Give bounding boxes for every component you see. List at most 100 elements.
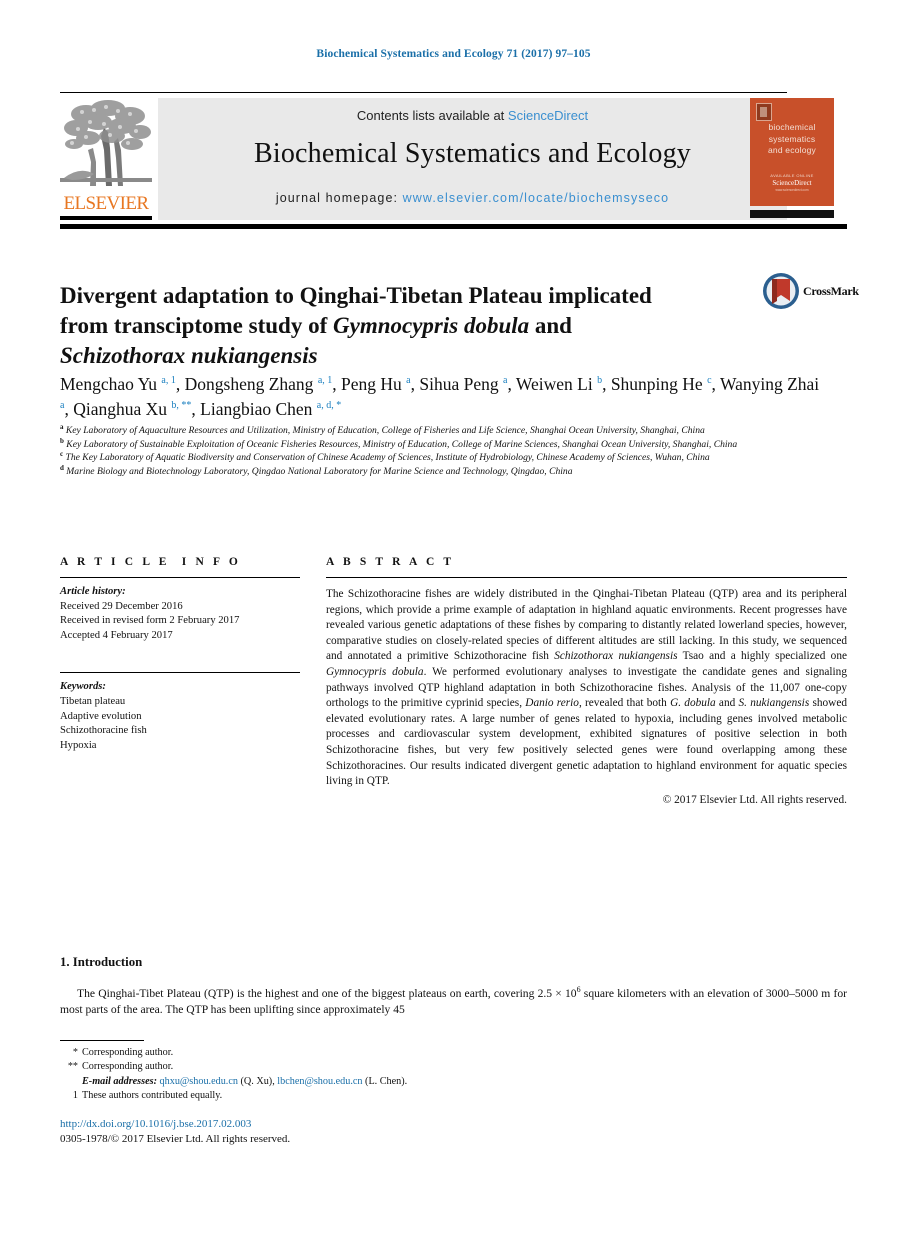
footnote-marker: 1 — [72, 1090, 78, 1102]
abstract-rule — [326, 577, 847, 578]
author-name: Liangbiao Chen — [200, 399, 317, 419]
keywords-rule — [60, 672, 300, 674]
email-link-xu[interactable]: qhxu@shou.edu.cn — [160, 1076, 238, 1087]
article-info-column: A R T I C L E I N F O Article history: R… — [60, 556, 300, 753]
author-name: Wanying Zhai — [719, 374, 820, 394]
author-affiliation-marker: a, d, * — [316, 400, 342, 412]
email-owner-chen: (L. Chen). — [362, 1075, 408, 1087]
author-affiliation-marker: b, ** — [171, 400, 192, 412]
introduction-paragraph: The Qinghai-Tibet Plateau (QTP) is the h… — [60, 986, 847, 1019]
contents-prefix: Contents lists available at — [356, 108, 508, 123]
footnote-rule — [60, 1040, 144, 1041]
history-item: Received 29 December 2016 — [60, 600, 183, 612]
cover-title: biochemical systematics and ecology — [750, 122, 834, 157]
sciencedirect-link[interactable]: ScienceDirect — [508, 108, 588, 123]
elsevier-logo: ELSEVIER — [60, 98, 152, 220]
email-owner-xu: (Q. Xu), — [237, 1075, 278, 1087]
homepage-url[interactable]: www.elsevier.com/locate/biochemsyseco — [403, 191, 670, 205]
abstract-text: The Schizothoracine fishes are widely di… — [326, 587, 847, 790]
keyword-item: Hypoxia — [60, 739, 97, 751]
abstract-species: G. dobula — [670, 697, 716, 710]
journal-masthead: ELSEVIER Contents lists available at Sci… — [60, 98, 787, 220]
contents-line: Contents lists available at ScienceDirec… — [158, 108, 787, 123]
journal-band: Contents lists available at ScienceDirec… — [158, 98, 787, 220]
keyword-item: Adaptive evolution — [60, 710, 142, 722]
keywords-label: Keywords: — [60, 681, 106, 693]
author-affiliation-marker: a, 1 — [317, 375, 333, 387]
homepage-label: journal homepage: — [275, 191, 403, 205]
cover-foot-available: AVAILABLE ONLINE — [770, 173, 814, 178]
author-name: Weiwen Li — [515, 374, 598, 394]
affiliation-item: d Marine Biology and Biotechnology Labor… — [60, 464, 830, 479]
affiliation-text: The Key Laboratory of Aquatic Biodiversi… — [63, 452, 710, 464]
author-separator: , — [602, 374, 611, 394]
abstract-species: Gymnocypris dobula — [326, 665, 424, 678]
abstract-heading: A B S T R A C T — [326, 556, 455, 568]
journal-cover-thumbnail: biochemical systematics and ecology AVAI… — [750, 98, 834, 206]
title-line-3-italic: Schizothorax nukiangensis — [60, 343, 318, 369]
masthead-thick-rule — [60, 224, 847, 229]
abstract-seg: showed elevated evolutionary rates. A la… — [326, 697, 847, 788]
email-link-chen[interactable]: lbchen@shou.edu.cn — [277, 1076, 362, 1087]
elsevier-tree-icon — [60, 98, 152, 190]
email-label: E-mail addresses: — [82, 1075, 157, 1087]
affiliation-item: b Key Laboratory of Sustainable Exploita… — [60, 437, 830, 452]
author-name: Mengchao Yu — [60, 374, 162, 394]
author-name: Dongsheng Zhang — [184, 374, 318, 394]
introduction-heading: 1. Introduction — [60, 955, 143, 969]
author-separator: , — [711, 374, 720, 394]
abstract-seg: , revealed that both — [578, 697, 671, 710]
title-line-2-plain: from transciptome study of — [60, 313, 333, 339]
author-name: Peng Hu — [341, 374, 407, 394]
issn-copyright-line: 0305-1978/© 2017 Elsevier Ltd. All right… — [60, 1133, 291, 1145]
title-line-2-tail: and — [529, 313, 572, 339]
keyword-item: Tibetan plateau — [60, 695, 126, 707]
article-info-heading: A R T I C L E I N F O — [60, 556, 242, 568]
footnote-corresponding-2: ** Corresponding author. — [60, 1060, 490, 1074]
affiliation-text: Key Laboratory of Aquaculture Resources … — [63, 425, 705, 436]
crossmark-icon — [762, 272, 800, 310]
elsevier-wordmark: ELSEVIER — [63, 193, 150, 214]
crossmark-badge[interactable]: CrossMark — [762, 272, 859, 318]
footnote-block: * Corresponding author. ** Corresponding a… — [60, 1046, 490, 1104]
abstract-column: A B S T R A C T The Schizothoracine fish… — [326, 556, 847, 808]
doi-link[interactable]: http://dx.doi.org/10.1016/j.bse.2017.02.… — [60, 1118, 251, 1130]
author-name: Sihua Peng — [419, 374, 503, 394]
abstract-seg: and — [715, 697, 739, 710]
abstract-species: S. nukiangensis — [738, 697, 810, 710]
affiliation-item: a Key Laboratory of Aquaculture Resource… — [60, 423, 830, 438]
affiliation-item: c The Key Laboratory of Aquatic Biodiver… — [60, 451, 830, 465]
author-separator: , — [191, 399, 201, 419]
footnote-equal-contribution: 1 These authors contributed equally. — [60, 1089, 490, 1103]
affiliation-text: Key Laboratory of Sustainable Exploitati… — [63, 438, 738, 450]
cover-foot-url: www.sciencedirect.com — [775, 188, 809, 192]
running-head: Biochemical Systematics and Ecology 71 (… — [316, 48, 591, 60]
title-line-1: Divergent adaptation to Qinghai-Tibetan … — [60, 283, 652, 309]
crossmark-label: CrossMark — [803, 284, 859, 298]
author-separator: , — [507, 374, 516, 394]
cover-title-line2: systematics — [768, 133, 816, 144]
keywords-block: Keywords: Tibetan plateau Adaptive evolu… — [60, 680, 300, 753]
footnote-text: These authors contributed equally. — [82, 1090, 223, 1102]
journal-homepage-line: journal homepage: www.elsevier.com/locat… — [158, 191, 787, 205]
abstract-species: Danio rerio — [525, 697, 579, 710]
footnote-marker: ** — [67, 1061, 78, 1073]
author-name: Qianghua Xu — [73, 399, 172, 419]
footnote-text: Corresponding author. — [82, 1047, 174, 1058]
footnote-text: Corresponding author. — [82, 1061, 174, 1073]
author-separator: , — [175, 374, 185, 394]
abstract-copyright: © 2017 Elsevier Ltd. All rights reserved… — [662, 793, 847, 806]
page-title: Divergent adaptation to Qinghai-Tibetan … — [60, 281, 720, 371]
author-separator: , — [64, 399, 74, 419]
journal-title: Biochemical Systematics and Ecology — [253, 138, 691, 169]
footnote-corresponding-1: * Corresponding author. — [60, 1046, 490, 1060]
abstract-seg: Tsao and a highly specialized one — [677, 650, 847, 663]
cover-bottom-bar — [750, 210, 834, 218]
history-item: Accepted 4 February 2017 — [60, 629, 173, 641]
article-history-label: Article history: — [60, 586, 126, 597]
article-info-rule — [60, 577, 300, 578]
keyword-item: Schizothoracine fish — [60, 725, 147, 737]
cover-footer: AVAILABLE ONLINE ScienceDirect www.scien… — [750, 173, 834, 192]
affiliation-list: a Key Laboratory of Aquaculture Resource… — [60, 423, 830, 479]
masthead-top-rule — [60, 92, 787, 93]
